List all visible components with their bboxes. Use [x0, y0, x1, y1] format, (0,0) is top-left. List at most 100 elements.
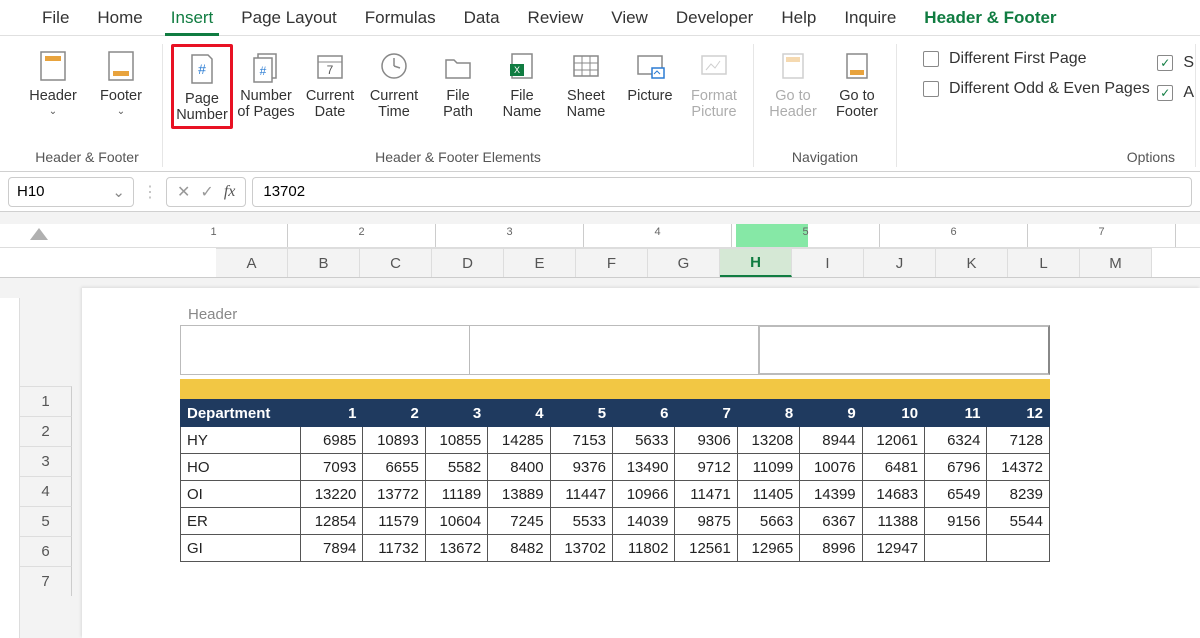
cancel-icon[interactable]: ✕: [177, 182, 190, 202]
table-cell[interactable]: 6367: [800, 508, 862, 535]
table-cell[interactable]: 8482: [488, 535, 550, 562]
tab-formulas[interactable]: Formulas: [351, 0, 450, 36]
table-cell[interactable]: 5663: [737, 508, 799, 535]
row-3[interactable]: 3: [20, 446, 72, 476]
table-cell[interactable]: 14372: [987, 454, 1050, 481]
tab-developer[interactable]: Developer: [662, 0, 768, 36]
table-cell[interactable]: OI: [181, 481, 301, 508]
row-7[interactable]: 7: [20, 566, 72, 596]
table-cell[interactable]: 9156: [925, 508, 987, 535]
col-H[interactable]: H: [720, 248, 792, 277]
tab-review[interactable]: Review: [514, 0, 598, 36]
table-cell[interactable]: ER: [181, 508, 301, 535]
table-cell[interactable]: 6655: [363, 454, 425, 481]
tab-file[interactable]: File: [28, 0, 83, 36]
table-cell[interactable]: 9875: [675, 508, 737, 535]
table-header[interactable]: 3: [425, 400, 487, 427]
table-cell[interactable]: 11099: [737, 454, 799, 481]
tab-view[interactable]: View: [597, 0, 662, 36]
table-header[interactable]: 4: [488, 400, 550, 427]
table-cell[interactable]: 7128: [987, 427, 1050, 454]
table-cell[interactable]: 9712: [675, 454, 737, 481]
page-number-button[interactable]: # Page Number: [171, 44, 233, 129]
table-header[interactable]: 12: [987, 400, 1050, 427]
table-header[interactable]: 9: [800, 400, 862, 427]
table-cell[interactable]: 10893: [363, 427, 425, 454]
col-A[interactable]: A: [216, 248, 288, 277]
table-cell[interactable]: 14039: [613, 508, 675, 535]
table-cell[interactable]: 6481: [862, 454, 924, 481]
table-header[interactable]: 6: [613, 400, 675, 427]
table-cell[interactable]: 12061: [862, 427, 924, 454]
table-cell[interactable]: 5544: [987, 508, 1050, 535]
table-cell[interactable]: 11732: [363, 535, 425, 562]
col-L[interactable]: L: [1008, 248, 1080, 277]
fx-icon[interactable]: fx: [224, 183, 236, 201]
table-cell[interactable]: 8996: [800, 535, 862, 562]
current-time-button[interactable]: Current Time: [363, 44, 425, 129]
col-M[interactable]: M: [1080, 248, 1152, 277]
table-cell[interactable]: 10855: [425, 427, 487, 454]
table-cell[interactable]: 6796: [925, 454, 987, 481]
table-cell[interactable]: 11579: [363, 508, 425, 535]
table-cell[interactable]: 7093: [301, 454, 363, 481]
table-cell[interactable]: 11405: [737, 481, 799, 508]
col-G[interactable]: G: [648, 248, 720, 277]
table-cell[interactable]: 12965: [737, 535, 799, 562]
col-B[interactable]: B: [288, 248, 360, 277]
table-header[interactable]: 7: [675, 400, 737, 427]
table-cell[interactable]: 11471: [675, 481, 737, 508]
table-cell[interactable]: 9306: [675, 427, 737, 454]
table-cell[interactable]: 11802: [613, 535, 675, 562]
tab-insert[interactable]: Insert: [157, 0, 228, 36]
table-cell[interactable]: 7894: [301, 535, 363, 562]
table-header[interactable]: 8: [737, 400, 799, 427]
table-cell[interactable]: HO: [181, 454, 301, 481]
table-cell[interactable]: 12561: [675, 535, 737, 562]
table-cell[interactable]: [925, 535, 987, 562]
table-cell[interactable]: 8400: [488, 454, 550, 481]
table-cell[interactable]: 5582: [425, 454, 487, 481]
table-cell[interactable]: 7153: [550, 427, 612, 454]
col-D[interactable]: D: [432, 248, 504, 277]
table-cell[interactable]: 12854: [301, 508, 363, 535]
table-cell[interactable]: 13672: [425, 535, 487, 562]
enter-icon[interactable]: ✓: [200, 182, 213, 202]
row-2[interactable]: 2: [20, 416, 72, 446]
current-date-button[interactable]: 7 Current Date: [299, 44, 361, 129]
header-left-box[interactable]: [180, 325, 469, 375]
col-J[interactable]: J: [864, 248, 936, 277]
sheet-name-button[interactable]: Sheet Name: [555, 44, 617, 129]
table-cell[interactable]: 11189: [425, 481, 487, 508]
different-first-page-checkbox[interactable]: Different First Page: [923, 50, 1179, 68]
file-path-button[interactable]: File Path: [427, 44, 489, 129]
table-cell[interactable]: 14399: [800, 481, 862, 508]
table-header[interactable]: 10: [862, 400, 924, 427]
table-cell[interactable]: 14285: [488, 427, 550, 454]
table-cell[interactable]: 7245: [488, 508, 550, 535]
file-name-button[interactable]: X File Name: [491, 44, 553, 129]
table-cell[interactable]: 6985: [301, 427, 363, 454]
table-cell[interactable]: 10604: [425, 508, 487, 535]
table-header[interactable]: Department: [181, 400, 301, 427]
table-cell[interactable]: 5633: [613, 427, 675, 454]
footer-button[interactable]: Footer ⌄: [88, 44, 154, 119]
table-cell[interactable]: HY: [181, 427, 301, 454]
table-cell[interactable]: 8239: [987, 481, 1050, 508]
formula-input[interactable]: 13702: [252, 177, 1192, 207]
col-C[interactable]: C: [360, 248, 432, 277]
table-header[interactable]: 11: [925, 400, 987, 427]
table-cell[interactable]: 10966: [613, 481, 675, 508]
picture-button[interactable]: Picture: [619, 44, 681, 129]
table-cell[interactable]: 6549: [925, 481, 987, 508]
table-cell[interactable]: 13702: [550, 535, 612, 562]
col-E[interactable]: E: [504, 248, 576, 277]
tab-inquire[interactable]: Inquire: [830, 0, 910, 36]
table-cell[interactable]: 13772: [363, 481, 425, 508]
go-to-footer-button[interactable]: Go to Footer: [826, 44, 888, 123]
align-checkbox[interactable]: ✓A: [1157, 84, 1194, 102]
different-odd-even-checkbox[interactable]: Different Odd & Even Pages: [923, 80, 1179, 98]
select-all-triangle[interactable]: [30, 228, 48, 240]
tab-home[interactable]: Home: [83, 0, 156, 36]
table-cell[interactable]: 13889: [488, 481, 550, 508]
